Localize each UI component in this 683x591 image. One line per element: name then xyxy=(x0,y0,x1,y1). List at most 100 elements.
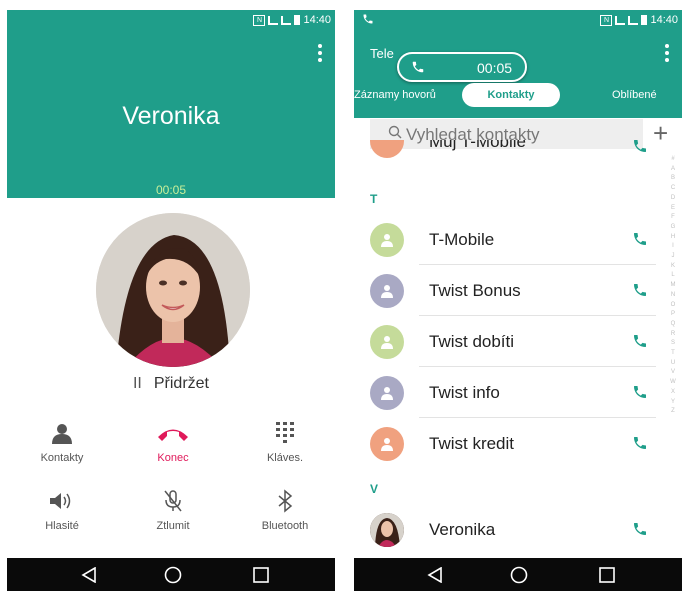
list-item[interactable]: T-Mobile xyxy=(354,215,666,265)
caller-photo xyxy=(96,213,250,367)
home-icon[interactable] xyxy=(148,558,198,591)
divider xyxy=(419,264,656,265)
mute-button[interactable]: Ztlumit xyxy=(128,488,218,532)
keypad-label: Kláves. xyxy=(266,452,304,464)
app-bar: Tele 00:05 Záznamy hovorů Kontakty Oblíb… xyxy=(354,32,682,118)
index-letter[interactable]: B xyxy=(667,174,679,184)
status-time: 14:40 xyxy=(303,14,331,26)
call-icon[interactable] xyxy=(632,231,648,252)
index-letter[interactable]: # xyxy=(667,155,679,165)
index-letter[interactable]: E xyxy=(667,204,679,214)
call-icon[interactable] xyxy=(632,384,648,405)
status-time: 14:40 xyxy=(650,14,678,26)
call-icon[interactable] xyxy=(632,282,648,303)
alphabet-index[interactable]: # A B C D E F G H I J K L M N O P Q R S T U V W X Y Z xyxy=(667,155,679,417)
index-letter[interactable]: N xyxy=(667,291,679,301)
index-letter[interactable]: I xyxy=(667,242,679,252)
index-letter[interactable]: Y xyxy=(667,398,679,408)
contact-name: Twist dobíti xyxy=(429,332,515,351)
avatar xyxy=(370,513,404,547)
avatar xyxy=(370,325,404,359)
index-letter[interactable]: R xyxy=(667,330,679,340)
list-item[interactable]: Veronika xyxy=(354,505,666,555)
status-bar: N 14:40 xyxy=(7,10,335,32)
tab-call-log[interactable]: Záznamy hovorů xyxy=(354,89,436,101)
index-letter[interactable]: D xyxy=(667,194,679,204)
call-icon[interactable] xyxy=(632,521,648,542)
index-letter[interactable]: J xyxy=(667,252,679,262)
index-letter[interactable]: P xyxy=(667,310,679,320)
contact-name: Twist Bonus xyxy=(429,281,521,300)
call-icon[interactable] xyxy=(632,333,648,354)
recent-apps-icon[interactable] xyxy=(236,558,286,591)
call-icon[interactable] xyxy=(632,140,648,159)
avatar xyxy=(370,376,404,410)
speaker-label: Hlasité xyxy=(45,520,79,532)
navigation-bar xyxy=(7,558,335,591)
index-letter[interactable]: G xyxy=(667,223,679,233)
list-item[interactable]: Twist kredit xyxy=(354,419,666,469)
home-icon[interactable] xyxy=(494,558,544,591)
overflow-menu-icon[interactable] xyxy=(665,44,669,65)
contact-name: Můj T-Mobile xyxy=(429,140,526,151)
contact-name: Veronika xyxy=(429,520,496,539)
contact-name: Twist info xyxy=(429,383,500,402)
battery-icon xyxy=(294,15,301,25)
index-letter[interactable]: C xyxy=(667,184,679,194)
list-item[interactable]: Twist info xyxy=(354,368,666,418)
wifi-icon xyxy=(268,15,279,25)
avatar xyxy=(370,274,404,308)
caller-name: Veronika xyxy=(122,102,220,130)
call-header: Veronika 00:05 xyxy=(7,32,335,198)
index-letter[interactable]: L xyxy=(667,271,679,281)
hold-button[interactable]: II Přidržet xyxy=(7,375,335,393)
tab-contacts[interactable]: Kontakty xyxy=(462,83,560,107)
index-letter[interactable]: H xyxy=(667,233,679,243)
back-icon[interactable] xyxy=(410,558,460,591)
index-letter[interactable]: K xyxy=(667,262,679,272)
recent-apps-icon[interactable] xyxy=(582,558,632,591)
keypad-button[interactable]: Kláves. xyxy=(240,420,330,464)
divider xyxy=(419,315,656,316)
mute-mic-icon xyxy=(128,488,218,514)
nfc-icon: N xyxy=(600,14,613,26)
end-call-button[interactable]: Konec xyxy=(128,420,218,464)
signal-icon xyxy=(628,15,639,25)
index-letter[interactable]: W xyxy=(667,378,679,388)
dialpad-icon xyxy=(240,420,330,446)
list-item[interactable]: Můj T-Mobile xyxy=(354,140,666,166)
index-letter[interactable]: M xyxy=(667,281,679,291)
end-call-label: Konec xyxy=(157,452,189,464)
index-letter[interactable]: O xyxy=(667,301,679,311)
end-call-icon xyxy=(128,420,218,446)
tab-favorites[interactable]: Oblíbené xyxy=(612,89,657,101)
overflow-menu-icon[interactable] xyxy=(318,44,322,65)
index-letter[interactable]: A xyxy=(667,165,679,175)
bluetooth-label: Bluetooth xyxy=(261,520,309,532)
person-icon xyxy=(17,420,107,446)
contact-name: Twist kredit xyxy=(429,434,515,453)
call-icon[interactable] xyxy=(632,435,648,456)
status-bar: N 14:40 xyxy=(354,10,682,32)
index-letter[interactable]: X xyxy=(667,388,679,398)
index-letter[interactable]: T xyxy=(667,349,679,359)
ongoing-call-timer: 00:05 xyxy=(477,60,513,76)
contacts-button[interactable]: Kontakty xyxy=(17,420,107,464)
bluetooth-button[interactable]: Bluetooth xyxy=(240,488,330,532)
list-item[interactable]: Twist Bonus xyxy=(354,266,666,316)
phone-icon xyxy=(411,60,425,79)
list-item[interactable]: Twist dobíti xyxy=(354,317,666,367)
speaker-button[interactable]: Hlasité xyxy=(17,488,107,532)
ongoing-call-bubble[interactable]: 00:05 xyxy=(397,52,527,82)
back-icon[interactable] xyxy=(64,558,114,591)
index-letter[interactable]: U xyxy=(667,359,679,369)
index-letter[interactable]: Z xyxy=(667,407,679,417)
index-letter[interactable]: F xyxy=(667,213,679,223)
avatar xyxy=(370,223,404,257)
index-letter[interactable]: Q xyxy=(667,320,679,330)
index-letter[interactable]: S xyxy=(667,339,679,349)
index-letter[interactable]: V xyxy=(667,368,679,378)
battery-icon xyxy=(641,15,648,25)
nfc-icon: N xyxy=(253,14,266,26)
bluetooth-icon xyxy=(240,488,330,514)
